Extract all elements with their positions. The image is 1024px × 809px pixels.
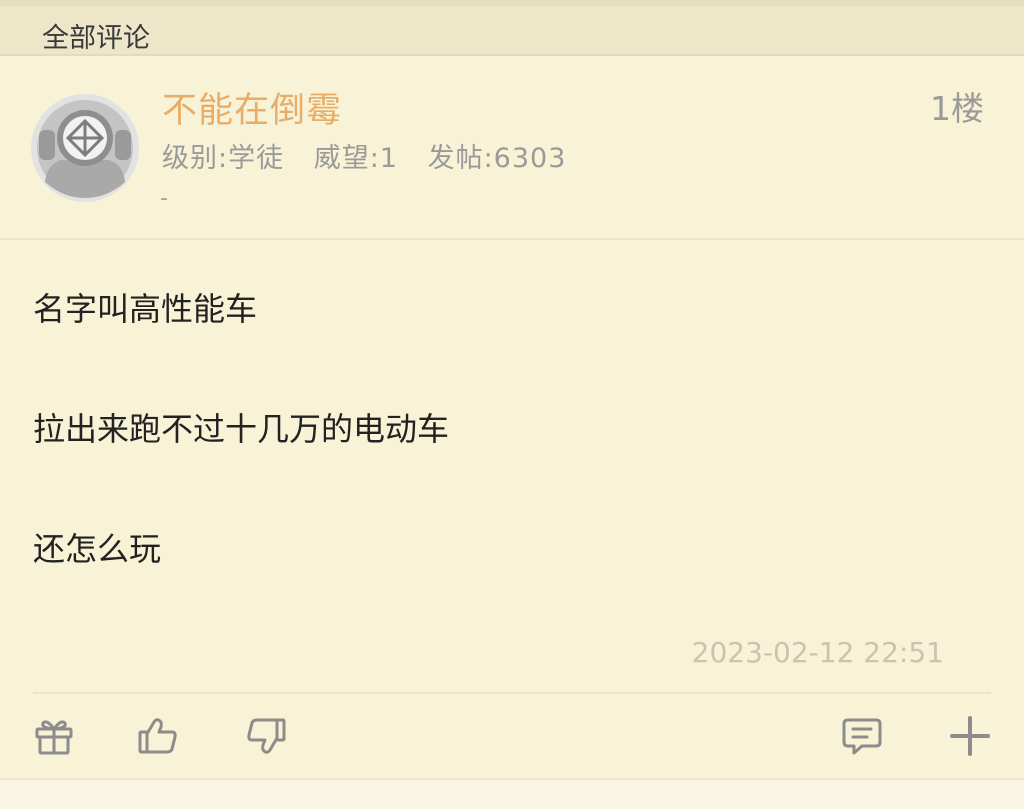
avatar[interactable] — [31, 94, 139, 202]
floor-number: 1楼 — [930, 89, 984, 128]
gift-icon — [35, 720, 73, 755]
dislike-button[interactable] — [242, 710, 290, 762]
like-button[interactable] — [134, 710, 182, 762]
user-meta: 级别:学徒 威望:1 发帖:6303 — [162, 136, 586, 175]
post-timestamp: 2023-02-12 22:51 — [691, 636, 944, 669]
divider — [0, 238, 1024, 240]
comment-button[interactable] — [838, 710, 886, 762]
content-line: 名字叫高性能车 — [33, 290, 258, 328]
content-line: 拉出来跑不过十几万的电动车 — [33, 410, 450, 448]
more-button[interactable] — [946, 710, 994, 762]
content-line: 还怎么玩 — [33, 530, 162, 568]
comment-post: 不能在倒霉 1楼 级别:学徒 威望:1 发帖:6303 - 名字叫高性能车 拉出… — [0, 56, 1024, 778]
user-signature: - — [160, 186, 168, 211]
section-title: 全部评论 — [42, 23, 150, 54]
thumbs-down-icon — [247, 718, 286, 754]
user-post-count: 发帖:6303 — [427, 143, 567, 174]
comment-icon — [842, 718, 882, 755]
user-level: 级别:学徒 — [162, 143, 285, 174]
plus-icon — [950, 716, 990, 756]
user-prestige: 威望:1 — [313, 143, 398, 174]
section-header: 全部评论 — [0, 0, 1024, 56]
next-item-edge — [0, 778, 1024, 809]
gift-button[interactable] — [30, 710, 78, 762]
diving-helmet-icon — [31, 94, 139, 202]
divider — [33, 692, 991, 694]
username[interactable]: 不能在倒霉 — [162, 82, 342, 133]
thumbs-up-icon — [138, 718, 177, 754]
